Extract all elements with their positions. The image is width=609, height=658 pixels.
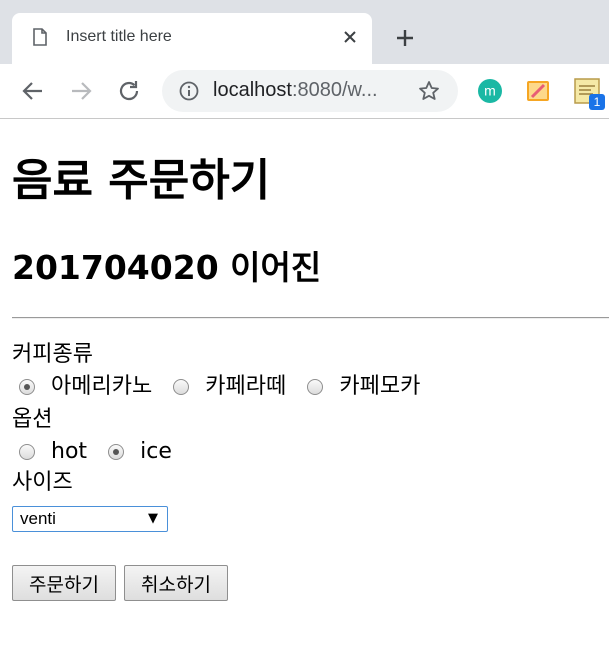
size-select[interactable]: venti ▼ xyxy=(12,506,168,532)
info-icon[interactable] xyxy=(179,81,199,101)
radio-button[interactable] xyxy=(307,379,324,395)
temp-option-ice[interactable]: ice xyxy=(101,438,172,466)
coffee-option-mocha[interactable]: 카페모카 xyxy=(300,373,420,401)
temp-option-hot[interactable]: hot xyxy=(12,438,87,466)
browser-tab[interactable]: Insert title here xyxy=(12,13,372,64)
svg-text:m: m xyxy=(484,83,496,99)
divider xyxy=(12,317,609,319)
url-text[interactable]: localhost:8080/w... xyxy=(213,79,378,102)
coffee-type-radio-group: 아메리카노 카페라떼 카페모카 xyxy=(12,373,429,403)
reload-icon[interactable] xyxy=(116,78,142,104)
order-button[interactable]: 주문하기 xyxy=(12,565,116,601)
close-icon[interactable] xyxy=(340,27,360,47)
radio-label: ice xyxy=(140,439,172,464)
url-path: :8080/w... xyxy=(291,79,378,101)
radio-button[interactable] xyxy=(173,379,190,395)
url-host: localhost xyxy=(213,79,292,101)
extension-notes-icon[interactable] xyxy=(526,79,550,103)
back-arrow-icon[interactable] xyxy=(20,78,46,104)
star-icon[interactable] xyxy=(418,80,440,102)
radio-label: 카페라떼 xyxy=(205,374,287,399)
coffee-type-label: 커피종류 xyxy=(12,342,93,367)
cancel-button[interactable]: 취소하기 xyxy=(124,565,228,601)
radio-label: hot xyxy=(51,439,88,464)
student-heading: 201704020 이어진 xyxy=(12,248,322,287)
dropdown-arrow-icon: ▼ xyxy=(148,511,158,526)
radio-label: 카페모카 xyxy=(339,374,421,399)
new-tab-icon[interactable] xyxy=(393,26,417,50)
radio-label: 아메리카노 xyxy=(51,374,153,399)
browser-toolbar: localhost:8080/w... xyxy=(0,64,609,119)
radio-button[interactable] xyxy=(19,379,35,395)
document-icon xyxy=(33,28,47,46)
page-content: 음료 주문하기 201704020 이어진 커피종류 아메리카노 카페라떼 카페… xyxy=(0,119,609,658)
coffee-option-latte[interactable]: 카페라떼 xyxy=(166,373,286,401)
extension-m-icon[interactable]: m xyxy=(478,79,502,103)
radio-button[interactable] xyxy=(19,444,35,460)
option-label: 옵션 xyxy=(12,407,53,432)
tab-strip: Insert title here xyxy=(0,0,609,64)
forward-arrow-icon[interactable] xyxy=(68,78,94,104)
extension-badge: 1 xyxy=(589,94,605,110)
size-label: 사이즈 xyxy=(12,470,73,495)
page-title: 음료 주문하기 xyxy=(12,155,271,206)
tab-title: Insert title here xyxy=(66,28,172,45)
size-selected-value: venti xyxy=(20,509,56,528)
address-bar[interactable]: localhost:8080/w... xyxy=(162,70,458,112)
coffee-option-americano[interactable]: 아메리카노 xyxy=(12,373,152,401)
radio-button[interactable] xyxy=(108,444,125,460)
temperature-radio-group: hot ice xyxy=(12,438,181,468)
